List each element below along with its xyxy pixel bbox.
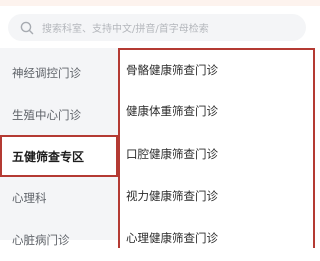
sidebar-item-five-health-screening[interactable]: 五健筛查专区	[0, 135, 118, 177]
search-input[interactable]: 搜索科室、支持中文/拼音/首字母检索	[8, 14, 306, 41]
sidebar-item-label: 心理科	[12, 191, 47, 205]
sidebar-item-psychology[interactable]: 心理科	[0, 177, 118, 219]
clinic-item-healthy-weight[interactable]: 健康体重筛查门诊	[126, 100, 218, 122]
clinic-item-bone-health[interactable]: 骨骼健康筛查门诊	[126, 59, 218, 81]
clinic-item-oral-health[interactable]: 口腔健康筛查门诊	[126, 143, 218, 165]
clinic-label: 视力健康筛查门诊	[126, 189, 218, 203]
sidebar-item-label: 心脏病门诊	[12, 233, 70, 247]
search-bar: 搜索科室、支持中文/拼音/首字母检索	[0, 6, 320, 48]
department-sidebar: 神经调控门诊 生殖中心门诊 五健筛查专区 心理科 心脏病门诊	[0, 48, 118, 247]
sidebar-item-label: 五健筛查专区	[12, 149, 85, 164]
sidebar-item-label: 神经调控门诊	[12, 66, 81, 80]
clinic-label: 心理健康筛查门诊	[126, 231, 218, 245]
clinic-item-vision-health[interactable]: 视力健康筛查门诊	[126, 185, 218, 207]
sidebar-item-neuromodulation[interactable]: 神经调控门诊	[0, 52, 118, 94]
clinic-list: 骨骼健康筛查门诊 健康体重筛查门诊 口腔健康筛查门诊 视力健康筛查门诊 心理健康…	[118, 48, 315, 248]
clinic-item-mental-health[interactable]: 心理健康筛查门诊	[126, 227, 218, 249]
sidebar-item-label: 生殖中心门诊	[12, 108, 81, 122]
search-placeholder: 搜索科室、支持中文/拼音/首字母检索	[42, 24, 209, 35]
clinic-label: 健康体重筛查门诊	[126, 104, 218, 118]
search-icon	[20, 21, 34, 34]
sidebar-item-cardiology[interactable]: 心脏病门诊	[0, 219, 118, 261]
clinic-label: 骨骼健康筛查门诊	[126, 63, 218, 77]
clinic-label: 口腔健康筛查门诊	[126, 147, 218, 161]
sidebar-item-reproductive-center[interactable]: 生殖中心门诊	[0, 94, 118, 136]
